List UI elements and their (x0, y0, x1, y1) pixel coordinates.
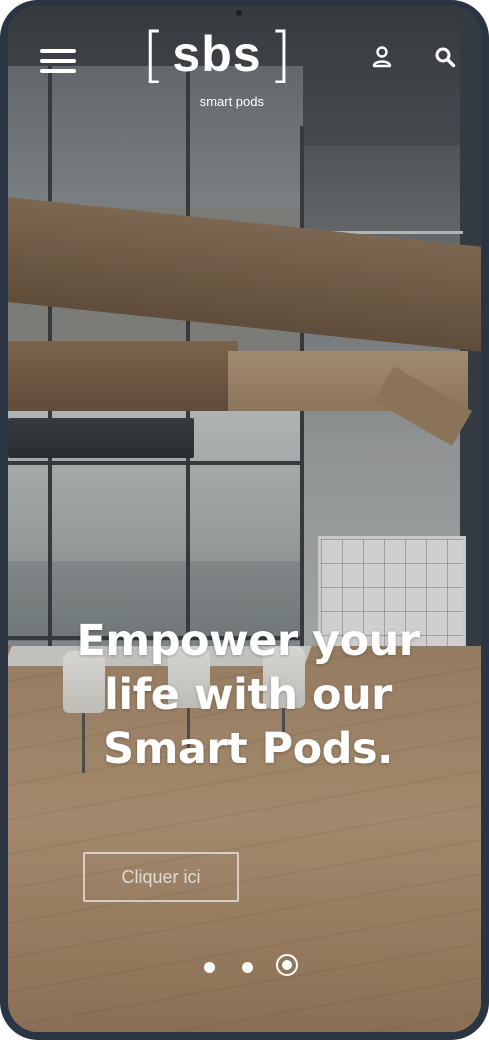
carousel-pagination (194, 954, 304, 982)
cta-button[interactable]: Cliquer ici (83, 852, 239, 902)
logo-brand: sbs (172, 26, 262, 82)
phone-frame: [ sbs ] smart pods Empower your life wit… (0, 0, 489, 1040)
front-camera (236, 10, 242, 16)
carousel-dot-1[interactable] (204, 962, 215, 973)
site-header: [ sbs ] smart pods (8, 6, 481, 109)
search-icon[interactable] (434, 46, 456, 68)
hero-headline: Empower your life with our Smart Pods. (76, 616, 420, 774)
logo-bracket-right: ] (268, 20, 292, 90)
screen: [ sbs ] smart pods Empower your life wit… (8, 6, 481, 1032)
hero-background-image (8, 6, 481, 1032)
logo[interactable]: [ sbs ] smart pods (142, 22, 292, 109)
image-overlay (8, 6, 481, 1032)
carousel-dot-3-active[interactable] (276, 954, 298, 976)
logo-tagline: smart pods (199, 94, 264, 109)
carousel-dot-2[interactable] (242, 962, 253, 973)
user-icon[interactable] (372, 46, 392, 68)
menu-icon[interactable] (40, 49, 76, 73)
